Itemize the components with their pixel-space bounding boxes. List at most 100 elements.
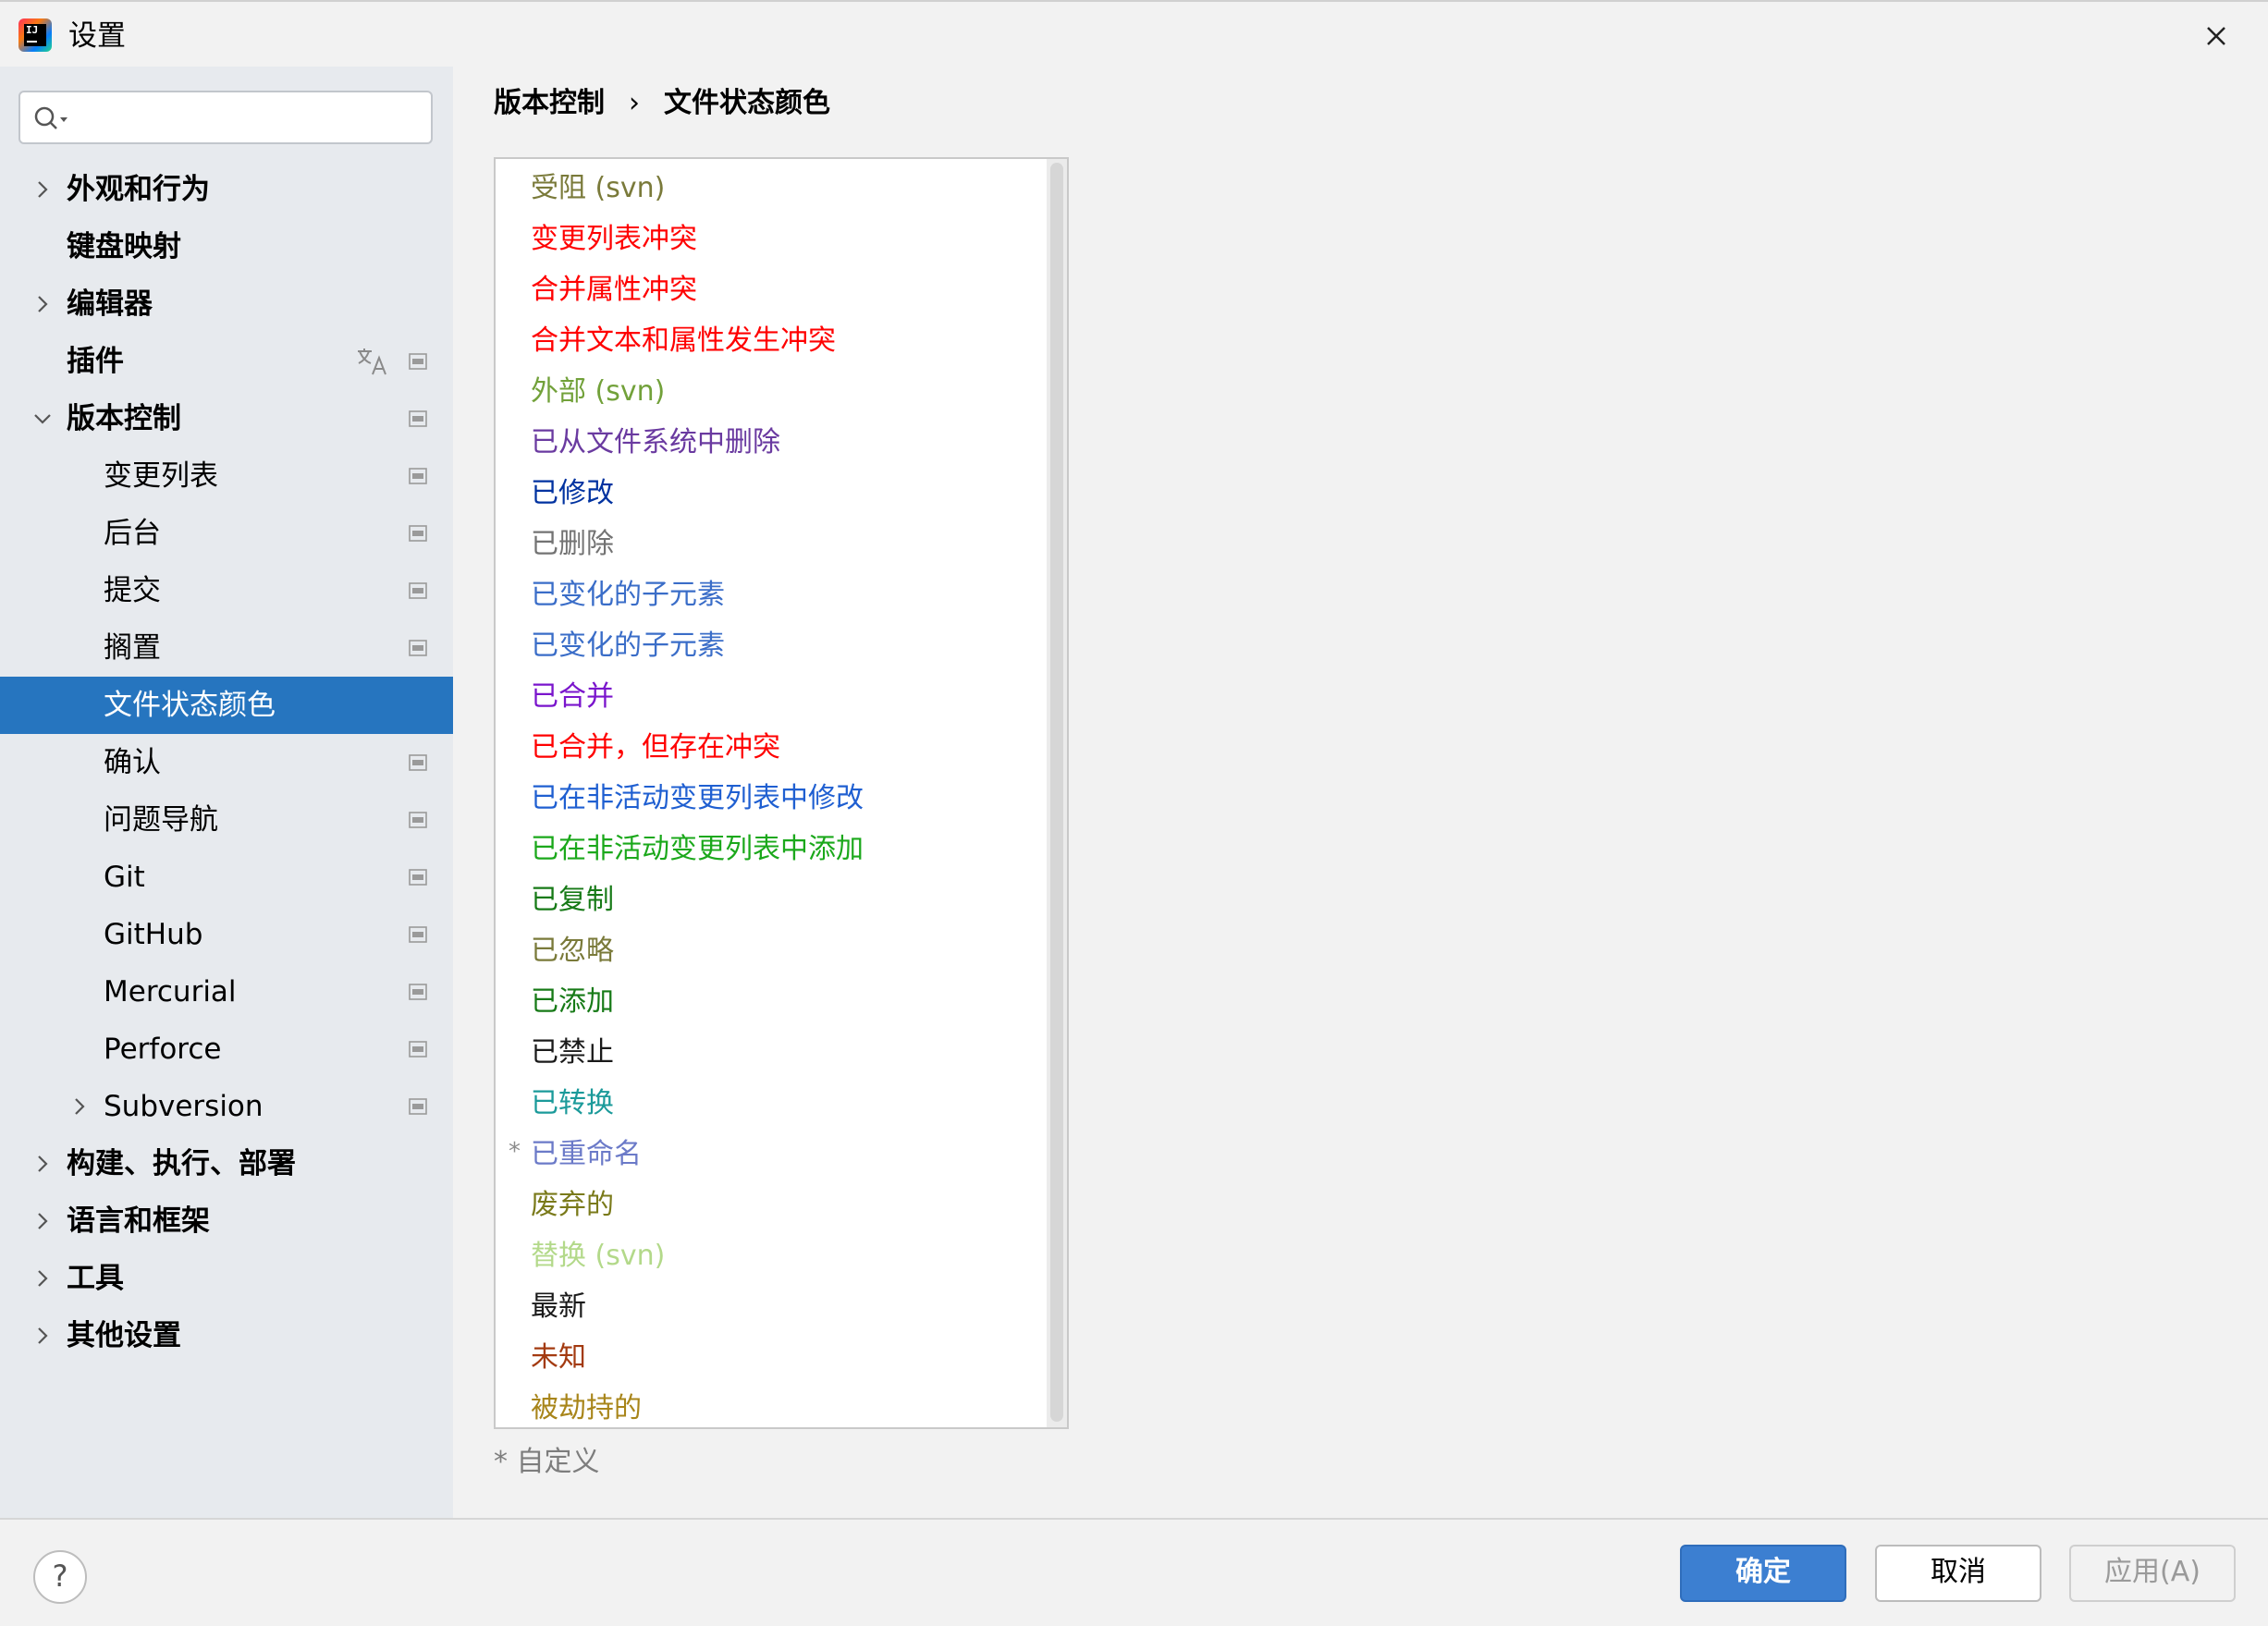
sidebar-item-file-status-colors[interactable]: 文件状态颜色 xyxy=(0,677,453,734)
sidebar-item-confirmation[interactable]: 确认 xyxy=(0,734,453,791)
sidebar-item-label: 外观和行为 xyxy=(67,173,210,206)
status-list-item[interactable]: 已在非活动变更列表中添加 xyxy=(496,824,1045,874)
chevron-right-icon[interactable] xyxy=(67,1094,92,1119)
sidebar-item-github[interactable]: GitHub xyxy=(0,906,453,963)
project-settings-icon xyxy=(409,353,427,370)
sidebar-item-commit[interactable]: 提交 xyxy=(0,562,453,619)
sidebar-item-label: 语言和框架 xyxy=(67,1204,210,1238)
status-list-item[interactable]: 被劫持的 xyxy=(496,1383,1045,1434)
project-settings-icon xyxy=(409,640,427,656)
project-settings-icon xyxy=(409,468,427,484)
chevron-down-icon[interactable] xyxy=(30,406,55,432)
status-list-item[interactable]: 已添加 xyxy=(496,976,1045,1027)
status-list-item-label: 已转换 xyxy=(531,1087,614,1119)
status-list-item[interactable]: 已禁止 xyxy=(496,1027,1045,1078)
sidebar-item-keymap[interactable]: 键盘映射 xyxy=(0,218,453,275)
sidebar-item-other-settings[interactable]: 其他设置 xyxy=(0,1307,453,1364)
status-list-item[interactable]: 已复制 xyxy=(496,874,1045,925)
status-list-item[interactable]: 已合并 xyxy=(496,671,1045,722)
sidebar-item-git[interactable]: Git xyxy=(0,849,453,906)
status-list-item-label: 最新 xyxy=(531,1290,586,1323)
status-list-item[interactable]: 合并属性冲突 xyxy=(496,264,1045,315)
status-list-item-label: 已修改 xyxy=(531,477,614,509)
status-list-item[interactable]: 变更列表冲突 xyxy=(496,214,1045,264)
status-list-item[interactable]: 已从文件系统中删除 xyxy=(496,417,1045,468)
sidebar-item-label: 编辑器 xyxy=(67,287,153,321)
help-button[interactable]: ? xyxy=(33,1550,87,1604)
status-list-item[interactable]: 已修改 xyxy=(496,468,1045,519)
sidebar-item-label: 其他设置 xyxy=(67,1319,181,1352)
status-list-item-label: 合并属性冲突 xyxy=(531,274,697,306)
status-list-item-label: 已合并，但存在冲突 xyxy=(531,731,780,764)
status-list-item[interactable]: 已变化的子元素 xyxy=(496,620,1045,671)
apply-button[interactable]: 应用(A) xyxy=(2069,1545,2236,1602)
status-list-item-label: 已禁止 xyxy=(531,1036,614,1069)
project-settings-icon xyxy=(409,582,427,599)
status-list-item[interactable]: 替换 (svn) xyxy=(496,1230,1045,1281)
status-list-item-label: 已从文件系统中删除 xyxy=(531,426,780,458)
status-list-item[interactable]: 已变化的子元素 xyxy=(496,569,1045,620)
status-list-item[interactable]: 合并文本和属性发生冲突 xyxy=(496,315,1045,366)
chevron-right-icon[interactable] xyxy=(30,1151,55,1177)
sidebar-item-mercurial[interactable]: Mercurial xyxy=(0,963,453,1021)
sidebar-item-editor[interactable]: 编辑器 xyxy=(0,275,453,333)
scrollbar[interactable] xyxy=(1047,159,1067,1427)
status-list-item[interactable]: 已转换 xyxy=(496,1078,1045,1129)
status-list-item[interactable]: 外部 (svn) xyxy=(496,366,1045,417)
sidebar-item-label: Mercurial xyxy=(104,975,237,1009)
chevron-right-icon[interactable] xyxy=(30,1208,55,1234)
translate-icon xyxy=(358,348,386,375)
project-settings-icon xyxy=(409,926,427,943)
sidebar-item-languages-frameworks[interactable]: 语言和框架 xyxy=(0,1192,453,1250)
status-list-item-label: 未知 xyxy=(531,1341,586,1374)
status-list-item[interactable]: 已忽略 xyxy=(496,925,1045,976)
status-list-item-label: 合并文本和属性发生冲突 xyxy=(531,324,836,357)
close-icon[interactable] xyxy=(2197,17,2236,55)
project-settings-icon xyxy=(409,869,427,886)
sidebar-item-shelf[interactable]: 搁置 xyxy=(0,619,453,677)
sidebar-item-label: 文件状态颜色 xyxy=(104,689,276,722)
status-list-item-label: 已变化的子元素 xyxy=(531,630,725,662)
scrollbar-thumb[interactable] xyxy=(1050,163,1063,1422)
sidebar-item-changelists[interactable]: 变更列表 xyxy=(0,447,453,505)
chevron-right-icon[interactable] xyxy=(30,177,55,202)
sidebar-item-build-execution-deployment[interactable]: 构建、执行、部署 xyxy=(0,1135,453,1192)
sidebar-item-tools[interactable]: 工具 xyxy=(0,1250,453,1307)
status-list-item[interactable]: 已合并，但存在冲突 xyxy=(496,722,1045,773)
sidebar-item-version-control[interactable]: 版本控制 xyxy=(0,390,453,447)
sidebar-item-appearance[interactable]: 外观和行为 xyxy=(0,161,453,218)
project-settings-icon xyxy=(409,812,427,828)
status-list-item[interactable]: 废弃的 xyxy=(496,1180,1045,1230)
sidebar-item-perforce[interactable]: Perforce xyxy=(0,1021,453,1078)
chevron-right-icon[interactable] xyxy=(30,291,55,317)
status-list-item[interactable]: * 已重命名 xyxy=(496,1129,1045,1180)
file-status-list[interactable]: 受阻 (svn) 变更列表冲突合并属性冲突合并文本和属性发生冲突外部 (svn) 已… xyxy=(494,157,1069,1429)
chevron-right-icon[interactable] xyxy=(30,1265,55,1291)
sidebar-item-label: 后台 xyxy=(104,517,161,550)
sidebar-item-subversion[interactable]: Subversion xyxy=(0,1078,453,1135)
sidebar-item-label: 提交 xyxy=(104,574,161,607)
status-list-item-label: 已忽略 xyxy=(531,935,614,967)
sidebar-item-label: 搁置 xyxy=(104,631,161,665)
search-input[interactable] xyxy=(85,100,422,137)
status-list-item[interactable]: 受阻 (svn) xyxy=(496,163,1045,214)
status-list-item-label: 被劫持的 xyxy=(531,1392,642,1424)
status-list-item-label: 已添加 xyxy=(531,985,614,1018)
status-list-item[interactable]: 未知 xyxy=(496,1332,1045,1383)
sidebar-item-background[interactable]: 后台 xyxy=(0,505,453,562)
sidebar-item-label: 确认 xyxy=(104,746,161,779)
status-list-item[interactable]: 已删除 xyxy=(496,519,1045,569)
settings-search-field[interactable] xyxy=(18,91,433,144)
sidebar-item-plugins[interactable]: 插件 xyxy=(0,333,453,390)
status-list-item-label: 已删除 xyxy=(531,528,614,560)
search-icon xyxy=(34,106,67,129)
status-list-item[interactable]: 已在非活动变更列表中修改 xyxy=(496,773,1045,824)
sidebar-item-label: 版本控制 xyxy=(67,402,181,435)
sidebar-item-label: Subversion xyxy=(104,1090,264,1123)
ok-button[interactable]: 确定 xyxy=(1680,1545,1846,1602)
breadcrumb-parent[interactable]: 版本控制 xyxy=(494,87,605,119)
chevron-right-icon[interactable] xyxy=(30,1323,55,1349)
sidebar-item-issue-navigation[interactable]: 问题导航 xyxy=(0,791,453,849)
status-list-item[interactable]: 最新 xyxy=(496,1281,1045,1332)
cancel-button[interactable]: 取消 xyxy=(1875,1545,2041,1602)
